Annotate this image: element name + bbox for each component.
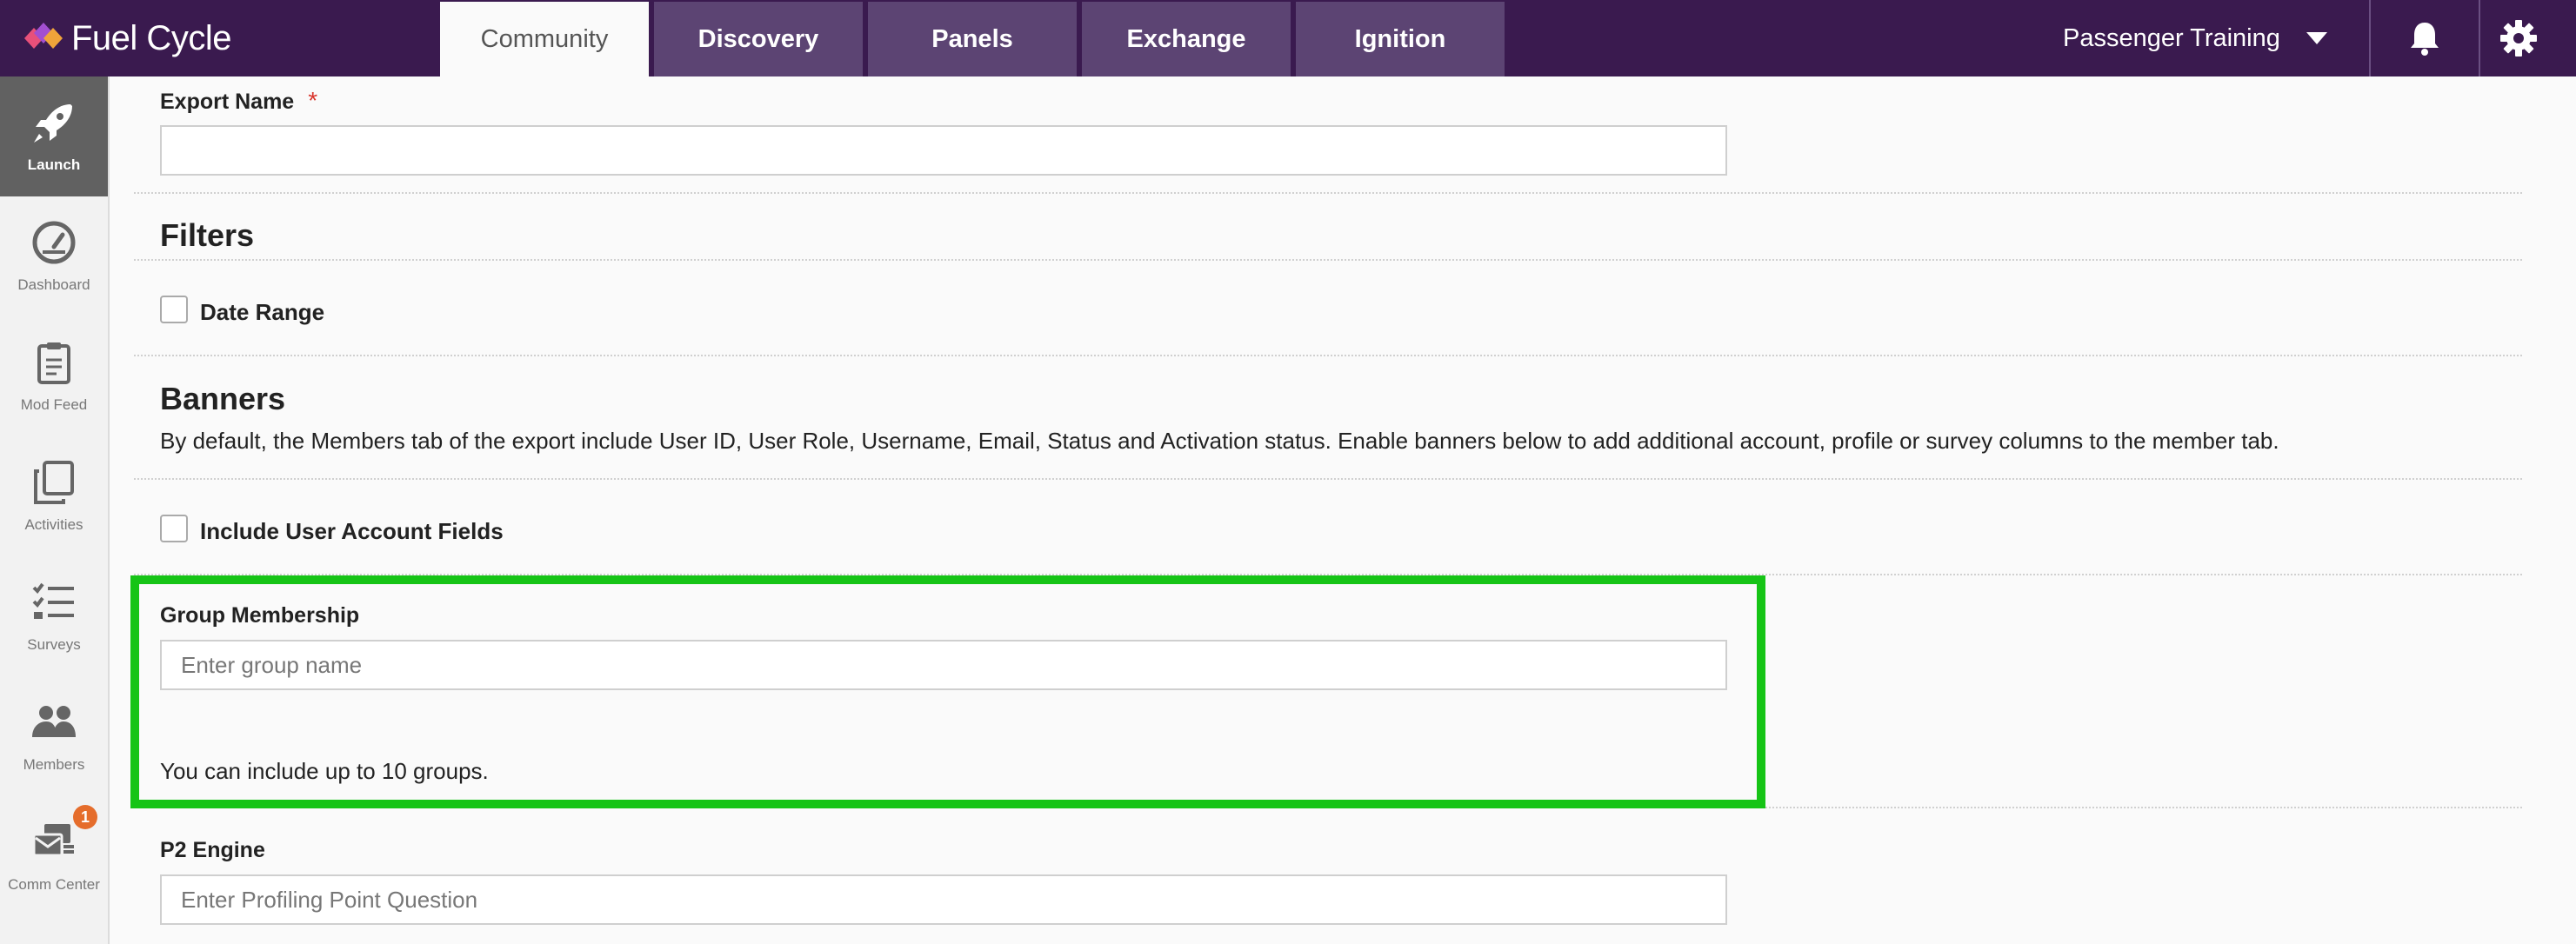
- divider: [134, 355, 2522, 356]
- p2-engine-input[interactable]: Enter Profiling Point Question: [160, 874, 1727, 925]
- sidebar-item-mod-feed[interactable]: Mod Feed: [0, 316, 108, 436]
- sidebar-item-comm-center[interactable]: 1 Comm Center: [0, 796, 108, 916]
- divider: [2369, 0, 2371, 76]
- sidebar-item-dashboard[interactable]: Dashboard: [0, 196, 108, 316]
- fuel-cycle-logo[interactable]: Fuel Cycle: [24, 16, 231, 61]
- mail-stack-icon: [32, 824, 74, 857]
- sidebar: Launch Dashboard Mod Feed Activities Sur…: [0, 76, 110, 944]
- sidebar-item-label: Activities: [24, 516, 83, 533]
- copy-icon: [34, 461, 74, 504]
- sidebar-item-label: Members: [23, 756, 85, 773]
- divider: [134, 478, 2522, 480]
- export-name-label: Export Name: [160, 90, 295, 114]
- sidebar-item-label: Mod Feed: [20, 396, 88, 413]
- required-marker: *: [308, 87, 318, 114]
- divider: [134, 259, 2522, 261]
- logo-text: Fuel Cycle: [71, 18, 231, 57]
- tab-discovery[interactable]: Discovery: [654, 2, 863, 76]
- gauge-icon: [32, 221, 76, 264]
- group-membership-placeholder: Enter group name: [181, 651, 363, 678]
- include-user-account-fields-checkbox[interactable]: [160, 515, 188, 542]
- sidebar-item-launch[interactable]: Launch: [0, 76, 108, 196]
- tab-panels[interactable]: Panels: [868, 2, 1077, 76]
- sidebar-item-activities[interactable]: Activities: [0, 436, 108, 556]
- divider: [1765, 807, 2522, 808]
- group-limit-note: You can include up to 10 groups.: [160, 758, 489, 784]
- notification-badge: 1: [73, 805, 97, 829]
- sidebar-item-members[interactable]: Members: [0, 676, 108, 796]
- tab-ignition[interactable]: Ignition: [1296, 2, 1505, 76]
- top-navigation-bar: Fuel Cycle Community Discovery Panels Ex…: [0, 0, 2576, 76]
- banners-description: By default, the Members tab of the expor…: [160, 428, 2279, 454]
- chevron-down-icon: [2306, 32, 2327, 44]
- divider: [134, 192, 2522, 194]
- rocket-icon: [34, 104, 72, 143]
- date-range-checkbox[interactable]: [160, 296, 188, 323]
- export-name-label-row: Export Name *: [160, 87, 317, 115]
- project-name: Passenger Training: [2063, 23, 2280, 52]
- sidebar-item-label: Comm Center: [8, 876, 100, 893]
- p2-engine-placeholder: Enter Profiling Point Question: [181, 886, 478, 913]
- date-range-label: Date Range: [200, 299, 325, 325]
- group-membership-label: Group Membership: [160, 603, 360, 628]
- tab-community[interactable]: Community: [440, 2, 649, 76]
- sidebar-item-surveys[interactable]: Surveys: [0, 556, 108, 676]
- checklist-icon: [32, 582, 74, 619]
- filters-heading: Filters: [160, 217, 255, 253]
- divider: [2479, 0, 2480, 76]
- gear-icon[interactable]: [2499, 19, 2538, 57]
- export-name-input[interactable]: [160, 125, 1727, 176]
- include-user-account-fields-label: Include User Account Fields: [200, 518, 504, 544]
- tab-exchange[interactable]: Exchange: [1082, 2, 1291, 76]
- product-tabs: Community Discovery Panels Exchange Igni…: [440, 2, 1510, 76]
- clipboard-icon: [37, 342, 70, 384]
- bell-icon[interactable]: [2406, 19, 2444, 57]
- sidebar-item-label: Launch: [27, 156, 81, 173]
- group-membership-input[interactable]: Enter group name: [160, 640, 1727, 690]
- p2-engine-label: P2 Engine: [160, 838, 265, 862]
- banners-heading: Banners: [160, 381, 286, 416]
- sidebar-item-label: Surveys: [27, 636, 81, 653]
- project-selector[interactable]: Passenger Training: [2063, 0, 2327, 76]
- sidebar-item-label: Dashboard: [17, 276, 90, 293]
- fuel-cycle-logo-icon: [24, 23, 63, 49]
- export-form: Export Name * Filters Date Range Banners …: [130, 76, 2522, 944]
- users-icon: [32, 706, 76, 737]
